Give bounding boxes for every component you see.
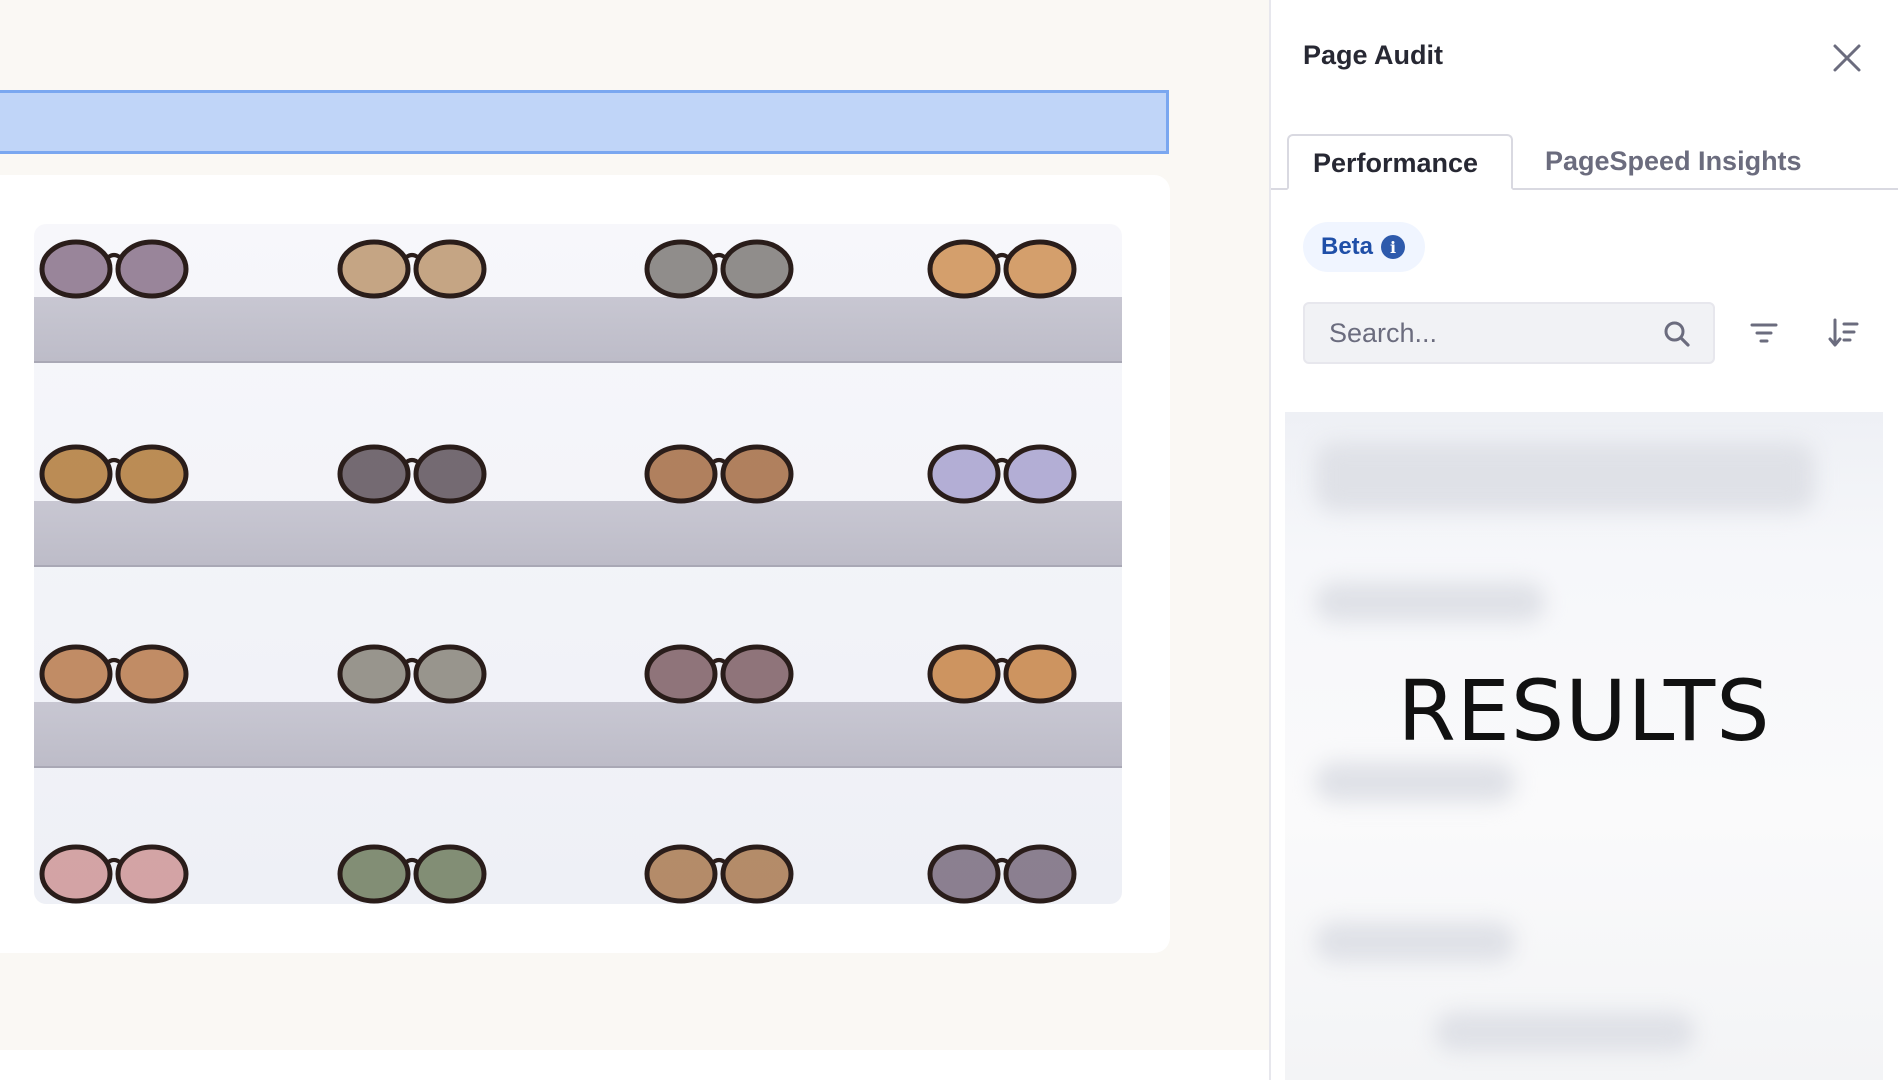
sunglasses: [337, 844, 487, 904]
close-button[interactable]: [1827, 38, 1867, 78]
results-placeholder: RESULTS: [1285, 412, 1883, 1080]
sunglasses: [927, 239, 1077, 299]
filter-icon[interactable]: [1747, 316, 1781, 350]
sunglasses: [644, 239, 794, 299]
sunglasses: [337, 444, 487, 504]
blurred-row: [1315, 762, 1515, 802]
page-audit-panel: Page Audit Performance PageSpeed Insight…: [1269, 0, 1898, 1080]
sunglasses: [337, 239, 487, 299]
sunglasses: [927, 644, 1077, 704]
search-icon[interactable]: [1663, 320, 1691, 348]
close-icon: [1833, 44, 1861, 72]
selected-fragment-highlight[interactable]: [0, 90, 1169, 154]
blurred-row: [1315, 582, 1545, 622]
sunglasses-image[interactable]: [34, 224, 1122, 904]
search-input[interactable]: [1305, 304, 1669, 362]
tab-pagespeed-insights[interactable]: PageSpeed Insights: [1521, 134, 1826, 190]
sunglasses: [644, 644, 794, 704]
sort-icon[interactable]: [1827, 316, 1861, 350]
blurred-row: [1435, 1012, 1695, 1052]
sunglasses-illustration: [39, 239, 1077, 904]
search-box: [1303, 302, 1715, 364]
beta-badge[interactable]: Beta i: [1303, 222, 1426, 272]
sunglasses: [337, 644, 487, 704]
results-label: RESULTS: [1397, 662, 1771, 760]
page-canvas: [0, 0, 1269, 1080]
blurred-row: [1315, 442, 1815, 512]
sunglasses: [644, 844, 794, 904]
sunglasses: [644, 444, 794, 504]
panel-title: Page Audit: [1303, 40, 1444, 70]
sunglasses: [39, 844, 189, 904]
beta-label: Beta: [1321, 233, 1374, 260]
tab-performance[interactable]: Performance: [1287, 134, 1513, 190]
canvas-footer-strip: [0, 1050, 1269, 1080]
audit-tabs: Performance PageSpeed Insights: [1271, 134, 1898, 190]
sunglasses: [39, 239, 189, 299]
blurred-row: [1315, 922, 1515, 962]
sunglasses: [927, 444, 1077, 504]
info-icon[interactable]: i: [1381, 235, 1406, 259]
sunglasses: [927, 844, 1077, 904]
sunglasses: [39, 444, 189, 504]
sunglasses: [39, 644, 189, 704]
